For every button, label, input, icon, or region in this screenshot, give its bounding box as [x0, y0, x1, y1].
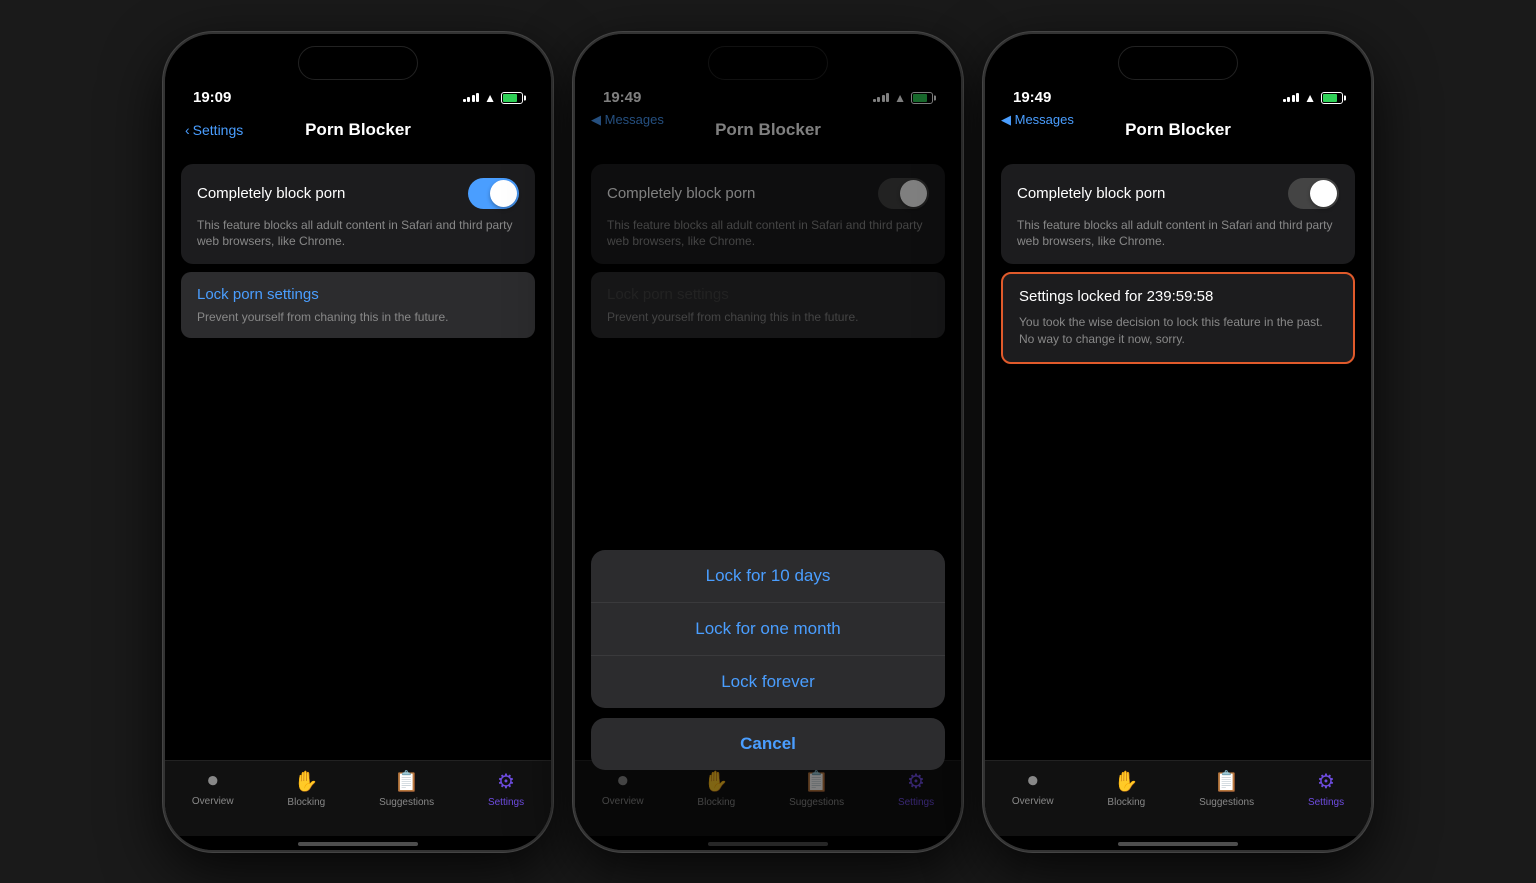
block-porn-desc: This feature blocks all adult content in…	[197, 217, 519, 251]
settings-tab-label: Settings	[1308, 797, 1344, 808]
spacer	[985, 462, 1371, 760]
settings-tab-label: Settings	[488, 797, 524, 808]
action-item-lock-for-one-month[interactable]: Lock for one month	[591, 603, 945, 656]
action-item-lock-for-10-days[interactable]: Lock for 10 days	[591, 550, 945, 603]
block-porn-card: Completely block porn This feature block…	[181, 164, 535, 265]
overview-tab-label: Overview	[192, 796, 234, 807]
dynamic-island	[1118, 46, 1238, 80]
action-item-lock-forever[interactable]: Lock forever	[591, 656, 945, 708]
blocking-tab-label: Blocking	[1107, 797, 1145, 808]
block-toggle[interactable]	[1288, 178, 1339, 209]
tab-settings[interactable]: ⚙ Settings	[1308, 769, 1344, 808]
settings-icon: ⚙	[497, 769, 515, 794]
wifi-icon: ▲	[1304, 91, 1316, 105]
suggestions-icon: 📋	[394, 769, 419, 794]
nav-back-settings[interactable]: ‹ Settings	[185, 122, 243, 138]
tab-blocking[interactable]: ✋ Blocking	[287, 769, 325, 808]
phone-inner: 19:49 ▲ ◀ Messages Porn Blocker	[985, 34, 1371, 850]
phone-inner: 19:09 ▲ ‹ Settings Porn Blocker	[165, 34, 551, 850]
battery-fill	[1323, 94, 1337, 102]
phone-2: 19:49 ▲ ◀ Messages Porn Blocker	[573, 32, 963, 852]
nav-back-messages[interactable]: ◀ Messages	[1001, 112, 1074, 128]
blocking-icon: ✋	[1114, 769, 1139, 794]
block-porn-label: Completely block porn	[1017, 185, 1165, 202]
tab-overview[interactable]: ⏺ Overview	[1012, 770, 1054, 807]
back-chevron: ‹	[185, 122, 190, 138]
tab-suggestions[interactable]: 📋 Suggestions	[1199, 769, 1254, 808]
status-time: 19:49	[1013, 89, 1051, 106]
overview-tab-label: Overview	[1012, 796, 1054, 807]
suggestions-icon: 📋	[1214, 769, 1239, 794]
tab-blocking[interactable]: ✋ Blocking	[1107, 769, 1145, 808]
phones-container: 19:09 ▲ ‹ Settings Porn Blocker	[163, 32, 1373, 852]
tab-bar: ⏺ Overview ✋ Blocking 📋 Suggestions ⚙ Se…	[985, 760, 1371, 836]
status-bar: 19:09 ▲	[165, 80, 551, 112]
lock-btn-label: Lock porn settings	[197, 286, 319, 303]
home-indicator	[1118, 842, 1238, 846]
battery-icon	[501, 92, 523, 104]
overview-icon: ⏺	[1028, 770, 1038, 793]
nav-bar: ‹ Settings Porn Blocker	[165, 112, 551, 148]
signal-bar-3	[1292, 95, 1295, 102]
home-indicator	[298, 842, 418, 846]
content-area: Completely block porn This feature block…	[165, 148, 551, 462]
content-area: Completely block porn This feature block…	[985, 148, 1371, 462]
nav-title: Porn Blocker	[305, 120, 411, 140]
nav-bar: ◀ Messages Porn Blocker	[985, 112, 1371, 148]
signal-bar-4	[476, 93, 479, 102]
settings-icon: ⚙	[1317, 769, 1335, 794]
signal-bar-2	[1287, 97, 1290, 102]
signal-bar-3	[472, 95, 475, 102]
action-sheet: Lock for 10 days Lock for one month Lock…	[591, 550, 945, 770]
status-bar: 19:49 ▲	[985, 80, 1371, 112]
block-porn-card: Completely block porn This feature block…	[1001, 164, 1355, 265]
dynamic-island	[298, 46, 418, 80]
lock-settings-button[interactable]: Lock porn settings Prevent yourself from…	[181, 272, 535, 338]
phone-1: 19:09 ▲ ‹ Settings Porn Blocker	[163, 32, 553, 852]
lock-btn-desc: Prevent yourself from chaning this in th…	[197, 310, 519, 324]
status-time: 19:09	[193, 89, 231, 106]
tab-overview[interactable]: ⏺ Overview	[192, 770, 234, 807]
battery-fill	[503, 94, 517, 102]
tab-bar: ⏺ Overview ✋ Blocking 📋 Suggestions ⚙ Se…	[165, 760, 551, 836]
action-sheet-cancel[interactable]: Cancel	[591, 718, 945, 770]
back-label: Settings	[193, 122, 244, 138]
toggle-thumb	[490, 180, 517, 207]
block-porn-label: Completely block porn	[197, 185, 345, 202]
status-icons: ▲	[1283, 91, 1343, 105]
phone-3: 19:49 ▲ ◀ Messages Porn Blocker	[983, 32, 1373, 852]
blocking-tab-label: Blocking	[287, 797, 325, 808]
signal-bars	[1283, 93, 1300, 102]
block-porn-row: Completely block porn	[197, 178, 519, 209]
signal-bar-4	[1296, 93, 1299, 102]
locked-display: Settings locked for 239:59:58 You took t…	[1001, 272, 1355, 364]
tab-settings[interactable]: ⚙ Settings	[488, 769, 524, 808]
action-sheet-group: Lock for 10 days Lock for one month Lock…	[591, 550, 945, 708]
block-toggle[interactable]	[468, 178, 519, 209]
locked-label: Settings locked for 239:59:58	[1019, 288, 1213, 305]
locked-desc: You took the wise decision to lock this …	[1019, 314, 1337, 348]
block-porn-desc: This feature blocks all adult content in…	[1017, 217, 1339, 251]
status-icons: ▲	[463, 91, 523, 105]
toggle-thumb	[1310, 180, 1337, 207]
block-porn-row: Completely block porn	[1017, 178, 1339, 209]
back-arrow: ◀ Messages	[1001, 112, 1074, 128]
suggestions-tab-label: Suggestions	[379, 797, 434, 808]
tab-suggestions[interactable]: 📋 Suggestions	[379, 769, 434, 808]
nav-title: Porn Blocker	[1125, 120, 1231, 140]
blocking-icon: ✋	[294, 769, 319, 794]
battery-icon	[1321, 92, 1343, 104]
phone-inner: 19:49 ▲ ◀ Messages Porn Blocker	[575, 34, 961, 850]
spacer	[165, 462, 551, 760]
suggestions-tab-label: Suggestions	[1199, 797, 1254, 808]
signal-bars	[463, 93, 480, 102]
wifi-icon: ▲	[484, 91, 496, 105]
signal-bar-1	[463, 99, 466, 102]
overview-icon: ⏺	[208, 770, 218, 793]
signal-bar-2	[467, 97, 470, 102]
signal-bar-1	[1283, 99, 1286, 102]
